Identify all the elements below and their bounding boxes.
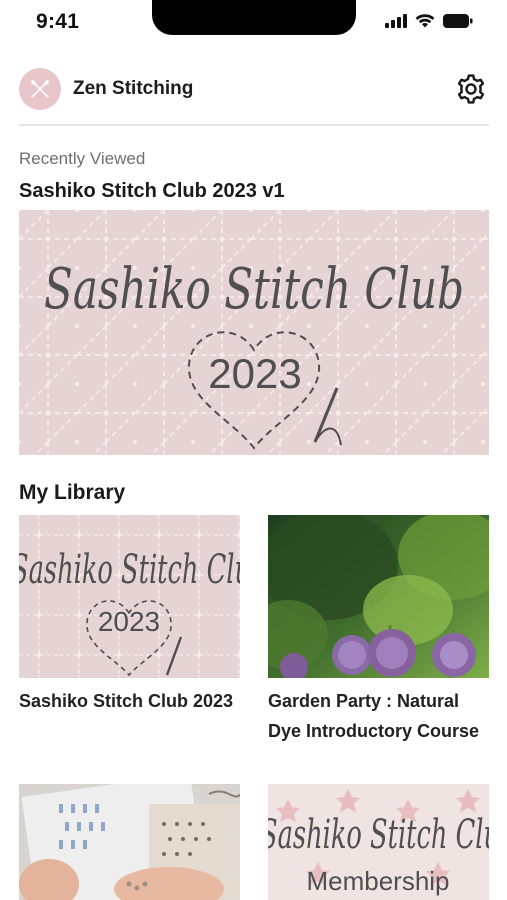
recent-item-title[interactable]: Sashiko Stitch Club 2023 v1 <box>19 180 285 203</box>
my-library-heading: My Library <box>19 481 126 504</box>
recently-viewed-label: Recently Viewed <box>19 149 146 168</box>
device-notch <box>152 0 356 35</box>
card-script-text: Sashiko Stitch Clu <box>268 812 489 858</box>
signal-icon <box>385 14 407 28</box>
brand-name: Zen Stitching <box>73 78 194 99</box>
library-card-thumbnail[interactable] <box>19 784 240 900</box>
recent-item-thumbnail[interactable]: Sashiko Stitch Club 2023 <box>19 210 489 455</box>
card-year-text: 2023 <box>98 606 160 637</box>
library-card-title[interactable]: Sashiko Stitch Club 2023 <box>19 686 240 716</box>
hero-year-text: 2023 <box>208 350 301 397</box>
battery-icon <box>443 14 473 28</box>
library-card-stitch-photo[interactable] <box>19 784 240 900</box>
header-divider <box>19 124 489 126</box>
card-script-text: Sashiko Stitch Clu <box>19 547 240 593</box>
status-bar: 9:41 <box>0 0 507 48</box>
library-card-thumbnail[interactable]: Sashiko Stitch Clu Membership <box>268 784 489 900</box>
library-card-thumbnail[interactable]: Sashiko Stitch Clu 2023 <box>19 515 240 678</box>
gear-icon <box>454 72 488 106</box>
status-icons <box>385 14 473 28</box>
card-subtitle-text: Membership <box>306 866 449 896</box>
needle-logo-icon <box>27 76 53 102</box>
library-card-thumbnail[interactable] <box>268 515 489 678</box>
hero-script-text: Sashiko Stitch Club <box>44 257 464 322</box>
settings-button[interactable] <box>453 71 489 107</box>
library-card-sashiko[interactable]: Sashiko Stitch Clu 2023 Sashiko Stitch C… <box>19 515 240 716</box>
brand-avatar[interactable] <box>19 68 61 110</box>
wifi-icon <box>415 14 435 28</box>
library-card-garden-party[interactable]: Garden Party : Natural Dye Introductory … <box>268 515 489 746</box>
app-header: Zen Stitching <box>19 66 489 112</box>
library-card-membership[interactable]: Sashiko Stitch Clu Membership <box>268 784 489 900</box>
library-card-title[interactable]: Garden Party : Natural Dye Introductory … <box>268 686 489 746</box>
status-time: 9:41 <box>36 10 80 33</box>
